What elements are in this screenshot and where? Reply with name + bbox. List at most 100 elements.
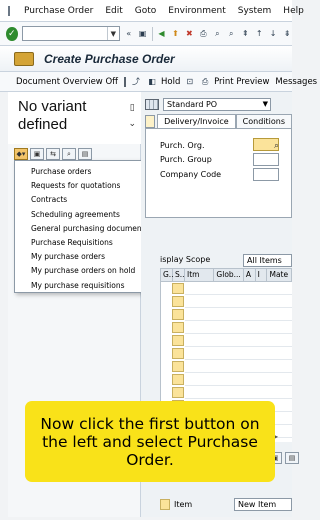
table-row[interactable] xyxy=(172,283,184,294)
menu-purchase-order[interactable]: Purchase Order xyxy=(18,6,99,16)
back-icon[interactable]: ◀ xyxy=(157,28,167,40)
hold-button[interactable]: ◧ Hold xyxy=(146,76,180,88)
print-preview-button[interactable]: ⎙ Print Preview xyxy=(199,76,270,88)
table-row[interactable] xyxy=(172,322,184,333)
column-header[interactable]: Mate xyxy=(267,269,291,281)
purchase-order-icon xyxy=(14,51,34,66)
documents-icon[interactable]: ▣ xyxy=(30,148,44,160)
table-row[interactable] xyxy=(172,387,184,398)
hold-icon: ◧ xyxy=(148,77,156,86)
items-table-header: G.. S.. Itm Glob... A I Mate xyxy=(160,268,292,282)
company-code-input[interactable] xyxy=(253,168,279,181)
item-selector-icon[interactable] xyxy=(160,498,170,510)
cancel-icon[interactable]: ✖ xyxy=(184,28,194,40)
menu-item-label: Scheduling agreements xyxy=(31,209,120,219)
table-row[interactable] xyxy=(172,374,184,385)
purch-group-input[interactable] xyxy=(253,153,279,166)
command-field[interactable]: ▼ xyxy=(21,26,120,41)
menu-item-label: General purchasing documents xyxy=(31,223,149,233)
first-page-icon[interactable]: ⇞ xyxy=(240,28,250,40)
column-header[interactable]: Itm xyxy=(185,269,215,281)
purch-group-label: Purch. Group xyxy=(160,155,212,164)
order-type-select[interactable]: Standard PO ▼ xyxy=(163,98,271,111)
enter-check-icon[interactable]: ✓ xyxy=(6,26,18,41)
table-row[interactable] xyxy=(172,348,184,359)
menu-item-label: Contracts xyxy=(31,195,68,205)
find-next-icon[interactable]: ⌕ xyxy=(226,28,236,40)
menu-bar: Purchase Order Edit Goto Environment Sys… xyxy=(0,0,304,22)
menu-item-label: My purchase orders xyxy=(31,252,106,262)
adopt-icon[interactable]: ⇆ xyxy=(46,148,60,160)
table-row[interactable] xyxy=(172,296,184,307)
menu-system[interactable]: System xyxy=(232,6,278,16)
display-scope-label: isplay Scope xyxy=(160,255,211,264)
search-help-icon[interactable]: ⌕ xyxy=(274,141,286,153)
menu-item-label: My purchase orders on hold xyxy=(31,266,136,276)
variant-text: No variant defined xyxy=(18,98,87,133)
menu-item-label: Purchase orders xyxy=(31,167,92,176)
header-tabs: Delivery/Invoice Conditions xyxy=(145,114,292,128)
order-type-value: Standard PO xyxy=(167,100,218,109)
print-preview-icon: ⎙ xyxy=(201,76,209,86)
tab-conditions[interactable]: Conditions xyxy=(235,114,292,128)
company-code-label: Company Code xyxy=(160,170,222,179)
hold-label: Hold xyxy=(161,76,181,87)
new-document-icon[interactable] xyxy=(124,76,127,87)
last-page-icon[interactable]: ⇟ xyxy=(282,28,292,40)
window-menu-icon[interactable] xyxy=(8,5,10,16)
column-header[interactable]: Glob... xyxy=(214,269,244,281)
exit-icon[interactable]: ⬆ xyxy=(170,28,180,40)
application-toolbar: Document Overview Off ⤴ ◧ Hold ⊡ ⎙ Print P… xyxy=(0,72,317,92)
item-detail-icon[interactable]: ▤ xyxy=(285,452,299,464)
item-label: Item xyxy=(174,499,193,509)
title-bar: Create Purchase Order xyxy=(0,46,292,72)
column-header[interactable]: I xyxy=(256,269,268,281)
overview-toolbar: ◆▾ ▣ ⇆ ⌕ ▤ xyxy=(14,148,92,160)
selection-variant-icon[interactable]: ▯ xyxy=(128,100,136,116)
instruction-callout: Now click the first button on the left a… xyxy=(25,401,275,482)
menu-environment[interactable]: Environment xyxy=(162,6,231,16)
save-icon[interactable]: ▣ xyxy=(138,28,148,40)
collapse-icon[interactable]: « xyxy=(124,28,134,40)
binoculars-icon[interactable]: ⌕ xyxy=(62,148,76,160)
variant-box: No variant defined ▯ ⌄ xyxy=(8,92,141,144)
print-preview-label: Print Preview xyxy=(214,76,270,87)
check-document-icon[interactable]: ⊡ xyxy=(186,76,193,88)
table-row[interactable] xyxy=(172,309,184,320)
print-icon[interactable]: ⎙ xyxy=(198,28,208,40)
chevron-down-icon[interactable]: ▼ xyxy=(106,27,119,40)
other-document-icon[interactable]: ⤴ xyxy=(132,76,140,88)
column-header[interactable]: A xyxy=(244,269,256,281)
messages-button[interactable]: Messages xyxy=(275,77,317,87)
menu-help[interactable]: Help xyxy=(277,6,310,16)
column-header[interactable]: S.. xyxy=(173,269,185,281)
document-type-icon xyxy=(145,99,159,110)
variant-toggle[interactable]: ▯ ⌄ xyxy=(128,100,136,132)
menu-goto[interactable]: Goto xyxy=(129,6,163,16)
item-select[interactable]: New Item xyxy=(234,497,292,511)
layout-icon[interactable]: ▤ xyxy=(78,148,92,160)
prev-page-icon[interactable]: ↑ xyxy=(254,28,264,40)
menu-item-label: Requests for quotations xyxy=(31,181,121,191)
menu-item-label: My purchase requisitions xyxy=(31,280,125,290)
header-tab-icon[interactable] xyxy=(145,115,156,128)
standard-toolbar: ✓ ▼ « ▣ ◀ ⬆ ✖ ⎙ ⌕ ⌕ ⇞ ↑ ↓ ⇟ xyxy=(0,22,292,46)
purch-org-label: Purch. Org. xyxy=(160,141,205,150)
menu-item-label: Purchase Requisitions xyxy=(31,237,113,247)
column-header[interactable]: G.. xyxy=(161,269,174,281)
chevron-down-icon[interactable]: ⌄ xyxy=(128,116,136,132)
item-selector-row: Item New Item xyxy=(160,497,292,511)
order-type-row: Standard PO ▼ xyxy=(145,98,271,111)
tab-delivery-invoice[interactable]: Delivery/Invoice xyxy=(157,114,236,128)
page-title: Create Purchase Order xyxy=(44,51,175,66)
toolbar-divider xyxy=(151,26,153,41)
table-row[interactable] xyxy=(172,335,184,346)
next-page-icon[interactable]: ↓ xyxy=(268,28,278,40)
display-scope-select[interactable]: All Items xyxy=(243,254,292,267)
find-icon[interactable]: ⌕ xyxy=(212,28,222,40)
chevron-down-icon[interactable]: ▼ xyxy=(263,99,268,110)
table-row[interactable] xyxy=(172,361,184,372)
selection-variant-button[interactable]: ◆▾ xyxy=(14,148,28,160)
menu-edit[interactable]: Edit xyxy=(99,6,128,16)
document-overview-button[interactable]: Document Overview Off xyxy=(16,77,118,87)
